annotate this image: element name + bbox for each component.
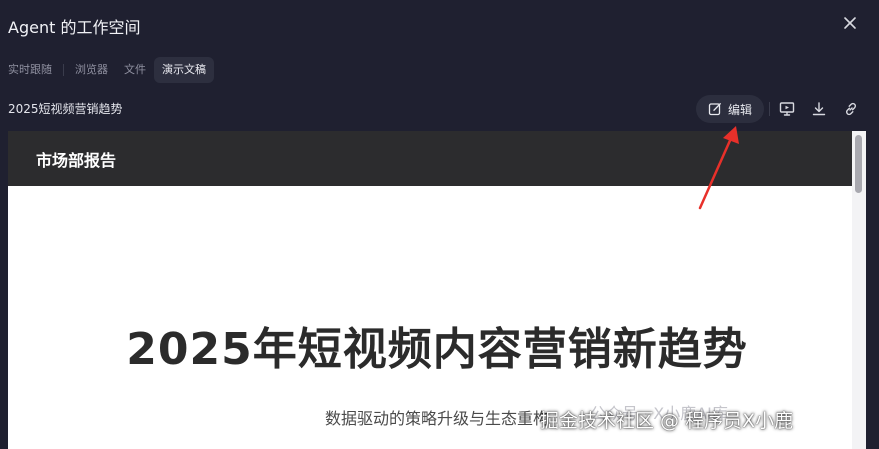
window-title: Agent 的工作空间 (8, 18, 141, 37)
tab-live-follow[interactable]: 实时跟随 (0, 57, 60, 83)
close-icon (844, 17, 856, 29)
tab-browser[interactable]: 浏览器 (67, 57, 116, 83)
edit-button-label: 编辑 (727, 102, 752, 117)
share-link-button[interactable] (842, 100, 860, 118)
slide-header: 市场部报告 (8, 131, 866, 186)
watermark: 掘金技术社区 @ 程序员X小鹿 (540, 410, 794, 432)
present-button[interactable] (778, 100, 796, 118)
agent-workspace-panel: Agent 的工作空间 实时跟随 浏览器 文件 演示文稿 2025短视频营销趋势… (0, 0, 879, 449)
present-icon (779, 102, 795, 116)
slide-header-title: 市场部报告 (36, 150, 117, 170)
download-icon (812, 102, 826, 116)
tab-divider (63, 64, 64, 76)
tab-presentation[interactable]: 演示文稿 (154, 57, 214, 83)
workspace-tabs: 实时跟随 浏览器 文件 演示文稿 (0, 56, 214, 84)
edit-icon (708, 103, 721, 116)
slide-scrollbar[interactable] (852, 131, 866, 449)
document-title: 2025短视频营销趋势 (8, 102, 123, 116)
slide-preview: 市场部报告 2025年短视频内容营销新趋势 数据驱动的策略升级与生态重构 (8, 131, 866, 449)
edit-button[interactable]: 编辑 (696, 95, 764, 123)
tab-files[interactable]: 文件 (116, 57, 154, 83)
link-icon (846, 102, 856, 116)
download-button[interactable] (810, 100, 828, 118)
slide-main-title: 2025年短视频内容营销新趋势 (126, 324, 748, 375)
close-button[interactable] (841, 14, 859, 32)
scrollbar-thumb[interactable] (855, 135, 862, 193)
toolbar-divider (769, 102, 770, 116)
